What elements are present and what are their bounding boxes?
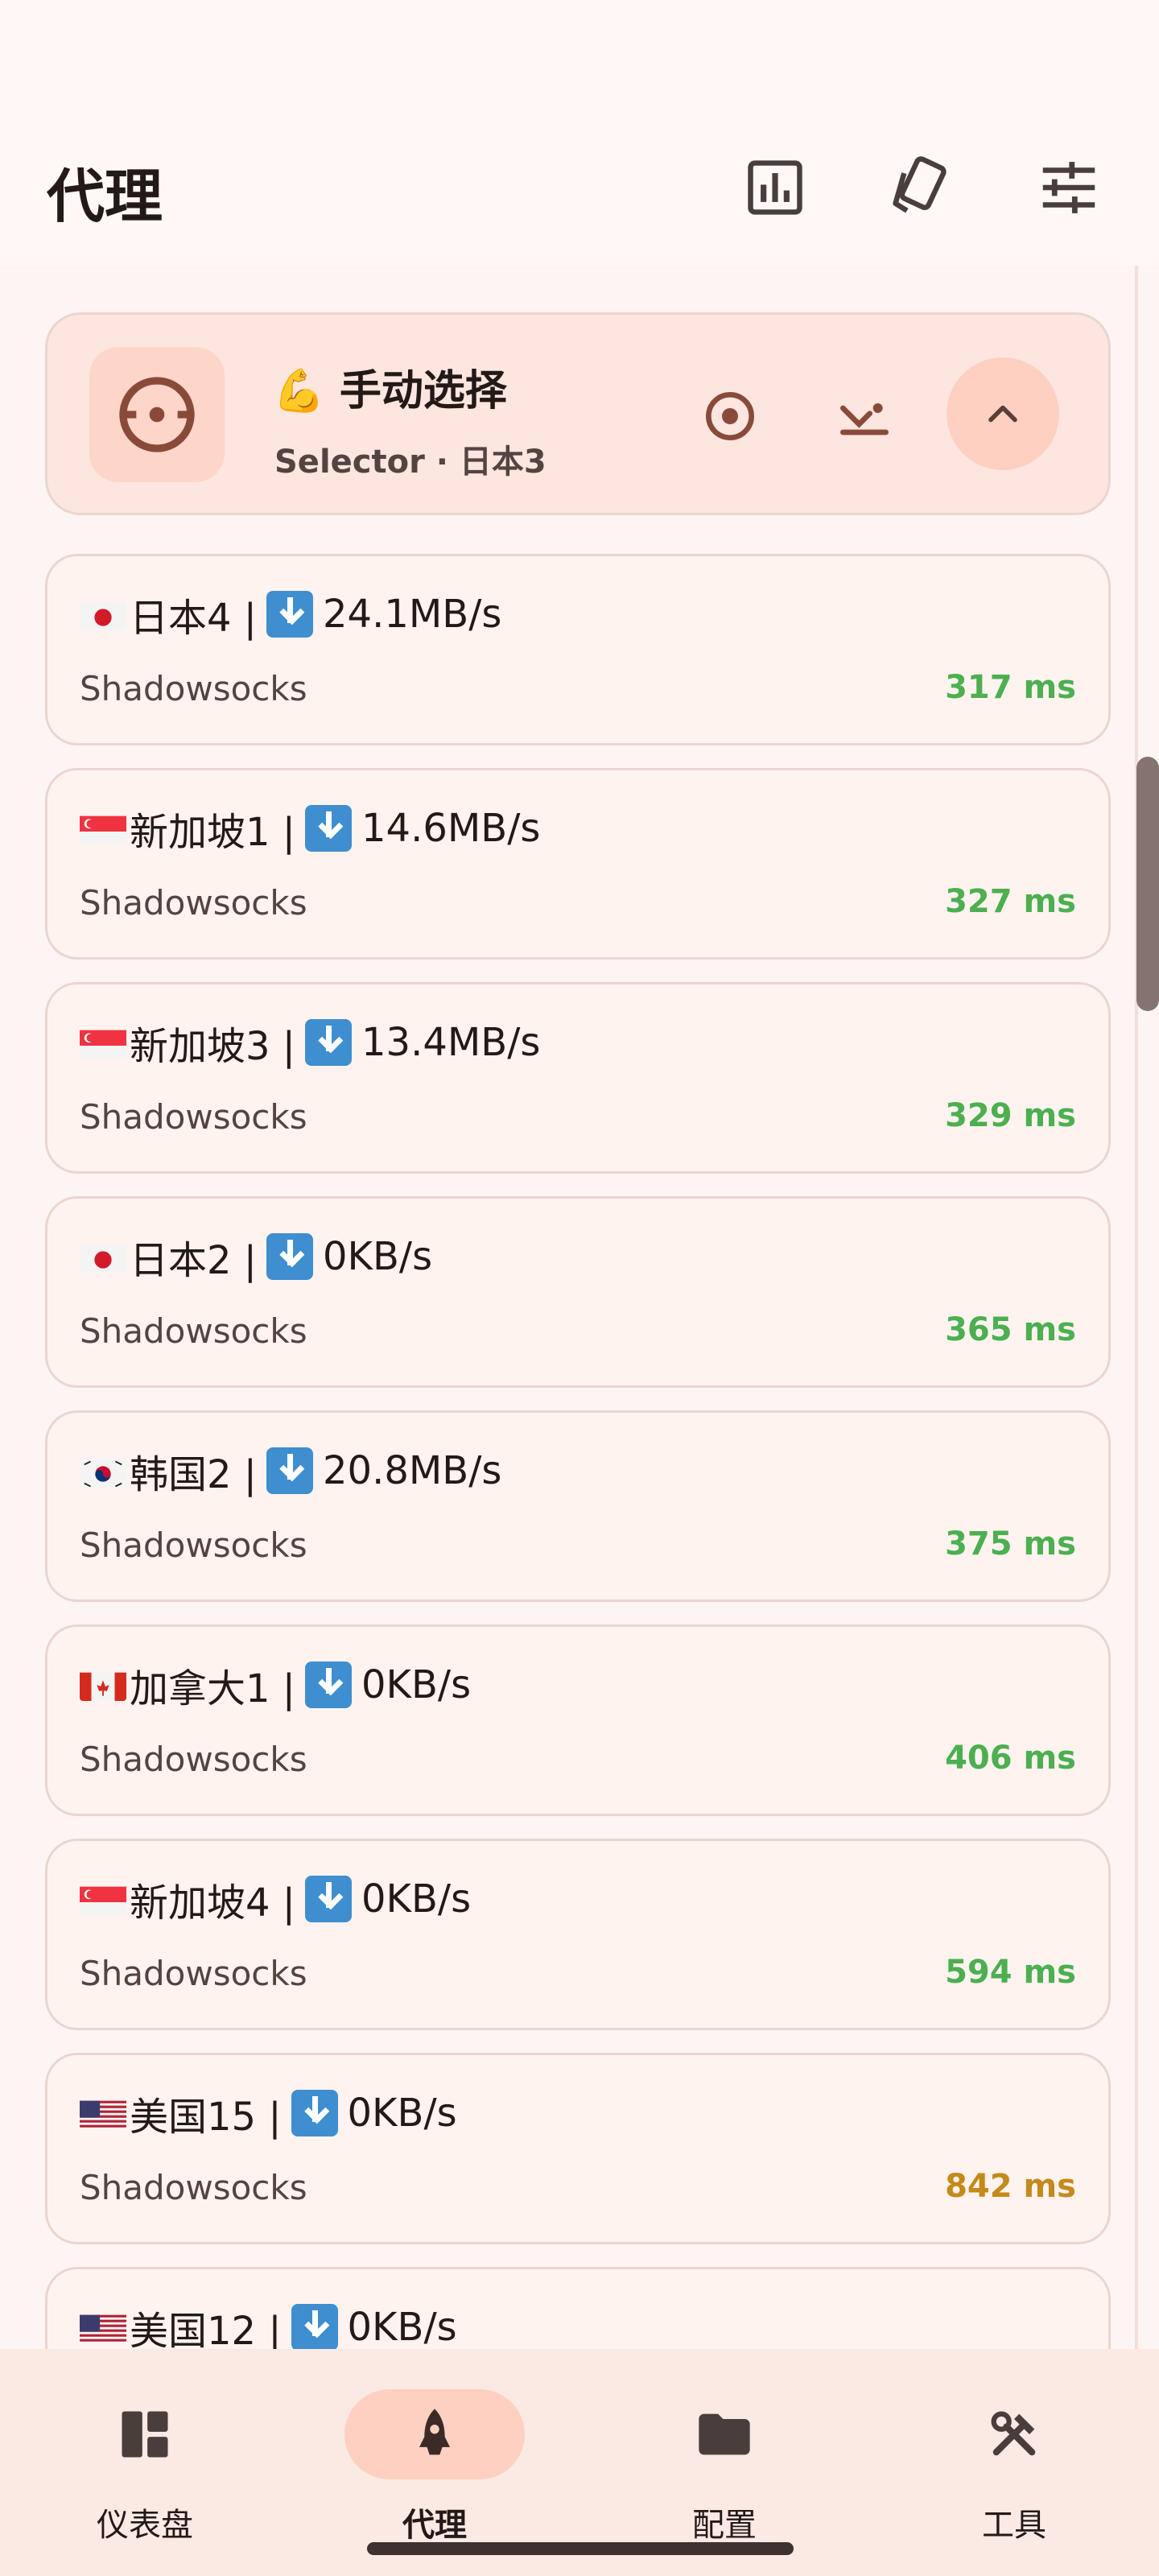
cards-icon[interactable] (885, 153, 955, 222)
proxy-name: 日本2 | 0KB/s (80, 1231, 433, 1283)
proxy-card[interactable]: 日本2 | 0KB/s Shadowsocks 365 ms (45, 1196, 1111, 1388)
proxy-name: 新加坡4 | 0KB/s (80, 1873, 472, 1926)
nav-item-config[interactable]: 配置 (620, 2389, 829, 2544)
tools-icon (984, 2404, 1045, 2465)
proxy-name-text: 日本4 | (130, 596, 257, 641)
proxy-card[interactable]: 新加坡3 | 13.4MB/s Shadowsocks 329 ms (45, 982, 1111, 1174)
proxy-speed: 0KB/s (347, 2091, 457, 2136)
proxy-delay[interactable]: 317 ms (945, 669, 1076, 706)
flag-jp-icon (80, 1241, 126, 1273)
proxy-name: 日本4 | 24.1MB/s (80, 588, 502, 641)
proxy-name-text: 新加坡1 | (130, 810, 295, 855)
download-arrow-icon (266, 591, 313, 638)
proxy-delay[interactable]: 842 ms (945, 2168, 1076, 2205)
flag-kr-icon (80, 1455, 126, 1487)
flag-sg-icon (80, 812, 126, 844)
proxy-name-text: 新加坡4 | (130, 1880, 295, 1926)
proxy-speed: 24.1MB/s (322, 592, 502, 637)
dashboard-icon (114, 2404, 175, 2465)
download-arrow-icon (304, 1876, 352, 1922)
nav-label-proxy: 代理 (402, 2507, 467, 2544)
proxy-delay[interactable]: 329 ms (945, 1097, 1076, 1134)
download-arrow-icon (304, 805, 352, 852)
proxy-delay[interactable]: 375 ms (945, 1525, 1076, 1563)
proxy-name: 美国15 | 0KB/s (80, 2087, 457, 2140)
proxy-name: 加拿大1 | 0KB/s (80, 1659, 471, 1711)
group-title-text: 手动选择 (339, 367, 507, 415)
proxy-speed: 0KB/s (361, 1662, 472, 1707)
proxy-name: 美国12 | 0KB/s (80, 2301, 457, 2354)
proxy-card[interactable]: 美国15 | 0KB/s Shadowsocks 842 ms (45, 2053, 1111, 2244)
proxy-name-text: 加拿大1 | (130, 1666, 295, 1711)
collapse-button[interactable] (947, 357, 1059, 470)
flag-sg-icon (80, 1883, 126, 1915)
proxy-speed: 20.8MB/s (322, 1448, 502, 1493)
nav-item-dashboard[interactable]: 仪表盘 (40, 2389, 250, 2544)
proxy-type: Shadowsocks (80, 1311, 307, 1351)
flag-us-icon (80, 2097, 126, 2129)
proxy-name-text: 新加坡3 | (130, 1024, 295, 1069)
proxy-card[interactable]: 新加坡4 | 0KB/s Shadowsocks 594 ms (45, 1839, 1111, 2030)
proxy-card[interactable]: 加拿大1 | 0KB/s Shadowsocks 406 ms (45, 1624, 1111, 1816)
proxy-type: Shadowsocks (80, 669, 307, 708)
proxy-name-text: 美国12 | (130, 2309, 282, 2354)
proxy-card[interactable]: 日本4 | 24.1MB/s Shadowsocks 317 ms (45, 554, 1111, 745)
proxy-delay[interactable]: 365 ms (945, 1311, 1076, 1348)
proxy-speed: 0KB/s (361, 1876, 472, 1922)
app-bar: 代理 (0, 0, 1159, 266)
proxy-delay[interactable]: 327 ms (945, 883, 1076, 920)
proxy-type: Shadowsocks (80, 1740, 307, 1779)
nav-label-dashboard: 仪表盘 (97, 2507, 193, 2544)
proxy-card[interactable]: 新加坡1 | 14.6MB/s Shadowsocks 327 ms (45, 768, 1111, 960)
group-title: 💪 手动选择 (273, 357, 507, 417)
proxy-type: Shadowsocks (80, 1954, 307, 1993)
download-arrow-icon (304, 1019, 352, 1066)
flexed-biceps-emoji: 💪 (273, 367, 325, 415)
flag-ca-icon (80, 1669, 126, 1701)
nav-label-tools: 工具 (982, 2507, 1046, 2544)
flag-sg-icon (80, 1026, 126, 1059)
nav-item-proxy[interactable]: 代理 (330, 2389, 539, 2544)
proxy-name-text: 日本2 | (130, 1238, 257, 1283)
proxy-speed: 0KB/s (347, 2305, 457, 2350)
proxy-name-text: 韩国2 | (130, 1452, 257, 1497)
scrollbar-thumb[interactable] (1136, 757, 1159, 1011)
download-arrow-icon (291, 2090, 338, 2136)
proxy-name: 新加坡3 | 13.4MB/s (80, 1017, 541, 1069)
download-arrow-icon (291, 2304, 338, 2351)
proxy-speed: 13.4MB/s (361, 1020, 541, 1065)
proxy-type: Shadowsocks (80, 883, 307, 923)
rocket-icon (404, 2404, 465, 2465)
proxy-type: Shadowsocks (80, 1097, 307, 1137)
download-arrow-icon (266, 1447, 313, 1494)
flag-us-icon (80, 2311, 126, 2343)
proxy-delay[interactable]: 594 ms (945, 1954, 1076, 1991)
proxy-name-text: 美国15 | (130, 2095, 282, 2140)
radio-target-icon[interactable] (698, 384, 762, 448)
proxy-name: 新加坡1 | 14.6MB/s (80, 803, 541, 855)
locate-icon[interactable] (832, 384, 897, 448)
folder-icon (694, 2404, 755, 2465)
proxy-type: Shadowsocks (80, 2168, 307, 2207)
proxy-delay[interactable]: 406 ms (945, 1740, 1076, 1777)
proxy-group-card[interactable]: 💪 手动选择 Selector · 日本3 (45, 312, 1111, 515)
nav-label-config: 配置 (692, 2507, 757, 2544)
flag-jp-icon (80, 598, 126, 630)
nav-item-tools[interactable]: 工具 (909, 2389, 1119, 2544)
chevron-up-icon (988, 405, 1017, 423)
proxy-card[interactable]: 韩国2 | 20.8MB/s Shadowsocks 375 ms (45, 1410, 1111, 1602)
download-arrow-icon (266, 1233, 313, 1280)
page-title: 代理 (47, 163, 163, 230)
group-subtitle: Selector · 日本3 (274, 444, 547, 481)
tune-icon[interactable] (1034, 153, 1103, 222)
gesture-bar (367, 2542, 794, 2555)
proxy-type: Shadowsocks (80, 1525, 307, 1565)
download-arrow-icon (304, 1662, 352, 1708)
group-avatar (89, 347, 225, 482)
proxy-name: 韩国2 | 20.8MB/s (80, 1445, 502, 1497)
scrollbar-track[interactable] (1135, 266, 1138, 2351)
chart-icon[interactable] (740, 153, 810, 222)
proxy-speed: 14.6MB/s (361, 806, 541, 851)
proxy-speed: 0KB/s (322, 1234, 433, 1279)
